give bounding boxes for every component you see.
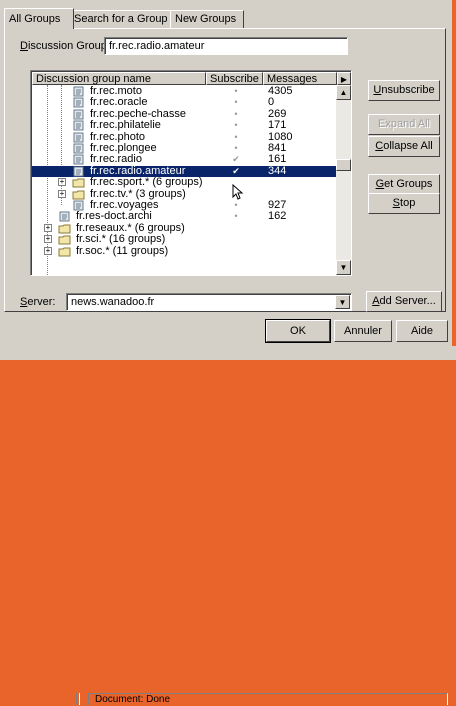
newsgroup-icon bbox=[72, 132, 86, 143]
unsubscribed-dot-icon[interactable]: • bbox=[230, 109, 242, 120]
message-count: 344 bbox=[268, 165, 287, 177]
group-name: fr.rec.philatelie bbox=[90, 119, 161, 131]
message-count: 161 bbox=[268, 153, 287, 165]
group-name: fr.rec.oracle bbox=[90, 96, 148, 108]
subscribe-dialog: All Groups Search for a Group New Groups… bbox=[0, 0, 452, 346]
unsubscribed-dot-icon[interactable]: • bbox=[230, 211, 242, 222]
group-row[interactable]: fr.rec.oracle • 0 bbox=[32, 97, 336, 108]
scroll-up-button[interactable]: ▲ bbox=[336, 85, 351, 100]
stop-button[interactable]: Stop bbox=[368, 193, 440, 214]
unsubscribed-dot-icon[interactable]: • bbox=[230, 143, 242, 154]
group-name: fr.sci.* (16 groups) bbox=[76, 233, 166, 245]
group-row[interactable]: fr.rec.peche-chasse • 269 bbox=[32, 109, 336, 120]
unsubscribed-dot-icon[interactable]: • bbox=[230, 97, 242, 108]
message-count: 0 bbox=[268, 96, 275, 108]
group-row[interactable]: + fr.soc.* (11 groups) bbox=[32, 246, 336, 257]
folder-icon bbox=[72, 189, 86, 200]
group-row[interactable]: fr.rec.moto • 4305 bbox=[32, 86, 336, 97]
help-button[interactable]: Aide bbox=[396, 320, 448, 342]
subscribed-check-icon[interactable]: ✔ bbox=[230, 154, 242, 165]
newsgroup-icon bbox=[58, 211, 72, 222]
get-groups-button[interactable]: Get Groups bbox=[368, 174, 440, 195]
expand-toggle-icon[interactable]: + bbox=[44, 247, 52, 255]
server-select[interactable]: news.wanadoo.fr ▼ bbox=[66, 293, 352, 311]
tab-search-group[interactable]: Search for a Group bbox=[69, 10, 176, 28]
status-text: Document: Done bbox=[88, 693, 448, 705]
message-count: 171 bbox=[268, 119, 287, 131]
expand-toggle-icon[interactable]: + bbox=[44, 235, 52, 243]
group-name: fr.soc.* (11 groups) bbox=[76, 245, 169, 257]
newsgroup-icon bbox=[72, 154, 86, 165]
unsubscribed-dot-icon[interactable]: • bbox=[230, 86, 242, 97]
scroll-thumb[interactable] bbox=[336, 159, 351, 171]
group-row[interactable]: fr.rec.radio ✔ 161 bbox=[32, 154, 336, 165]
group-row[interactable]: fr.res-doct.archi • 162 bbox=[32, 211, 336, 222]
subscribed-check-icon[interactable]: ✔ bbox=[230, 166, 242, 177]
column-header-subscribe[interactable]: Subscribe bbox=[206, 72, 263, 85]
expand-toggle-icon[interactable]: + bbox=[58, 178, 66, 186]
group-name: fr.rec.sport.* (6 groups) bbox=[90, 176, 203, 188]
ok-button[interactable]: OK bbox=[265, 319, 331, 343]
column-header-name[interactable]: Discussion group name bbox=[32, 72, 206, 85]
newsgroup-icon bbox=[72, 97, 86, 108]
column-scroll-right-button[interactable]: ▶ bbox=[337, 72, 351, 85]
newsgroup-icon bbox=[72, 86, 86, 97]
group-list[interactable]: Discussion group name Subscribe Messages… bbox=[30, 70, 352, 276]
group-row[interactable]: + fr.rec.sport.* (6 groups) bbox=[32, 177, 336, 188]
cancel-button[interactable]: Annuler bbox=[334, 320, 392, 342]
group-name: fr.rec.radio bbox=[90, 153, 142, 165]
group-row[interactable]: + fr.sci.* (16 groups) bbox=[32, 234, 336, 245]
column-header-messages[interactable]: Messages bbox=[263, 72, 337, 85]
group-row[interactable]: fr.rec.photo • 1080 bbox=[32, 132, 336, 143]
unsubscribed-dot-icon[interactable]: • bbox=[230, 132, 242, 143]
folder-icon bbox=[58, 223, 72, 234]
expand-toggle-icon[interactable]: + bbox=[58, 190, 66, 198]
mouse-pointer-icon bbox=[232, 184, 244, 200]
discussion-group-label: Discussion Group: bbox=[20, 40, 110, 52]
unsubscribed-dot-icon[interactable]: • bbox=[230, 200, 242, 211]
tab-new-groups[interactable]: New Groups bbox=[170, 10, 244, 28]
add-server-button[interactable]: Add Server... bbox=[366, 291, 442, 312]
vertical-scrollbar[interactable]: ▲ ▼ bbox=[336, 85, 351, 275]
server-label: Server: bbox=[20, 296, 56, 308]
browser-status-bar: Document: Done bbox=[0, 346, 456, 705]
expand-toggle-icon[interactable]: + bbox=[44, 224, 52, 232]
group-row[interactable]: + fr.rec.tv.* (3 groups) bbox=[32, 189, 336, 200]
tab-all-groups[interactable]: All Groups bbox=[4, 8, 74, 29]
folder-icon bbox=[58, 246, 72, 257]
scroll-down-button[interactable]: ▼ bbox=[336, 260, 351, 275]
newsgroup-icon bbox=[72, 120, 86, 131]
newsgroup-icon bbox=[72, 109, 86, 120]
chevron-down-icon[interactable]: ▼ bbox=[335, 295, 350, 309]
unsubscribed-dot-icon[interactable]: • bbox=[230, 120, 242, 131]
expand-all-button[interactable]: Expand All bbox=[368, 114, 440, 135]
status-divider bbox=[76, 693, 80, 705]
group-name: fr.res-doct.archi bbox=[76, 210, 152, 222]
group-row[interactable]: fr.rec.plongee • 841 bbox=[32, 143, 336, 154]
folder-icon bbox=[72, 177, 86, 188]
server-value: news.wanadoo.fr bbox=[71, 296, 155, 308]
group-row[interactable]: fr.rec.philatelie • 171 bbox=[32, 120, 336, 131]
collapse-all-button[interactable]: Collapse All bbox=[368, 136, 440, 157]
newsgroup-icon bbox=[72, 166, 86, 177]
folder-icon bbox=[58, 234, 72, 245]
message-count: 162 bbox=[268, 210, 287, 222]
newsgroup-icon bbox=[72, 143, 86, 154]
discussion-group-input[interactable]: fr.rec.radio.amateur bbox=[104, 37, 348, 55]
unsubscribe-button[interactable]: Unsubscribe bbox=[368, 80, 440, 101]
